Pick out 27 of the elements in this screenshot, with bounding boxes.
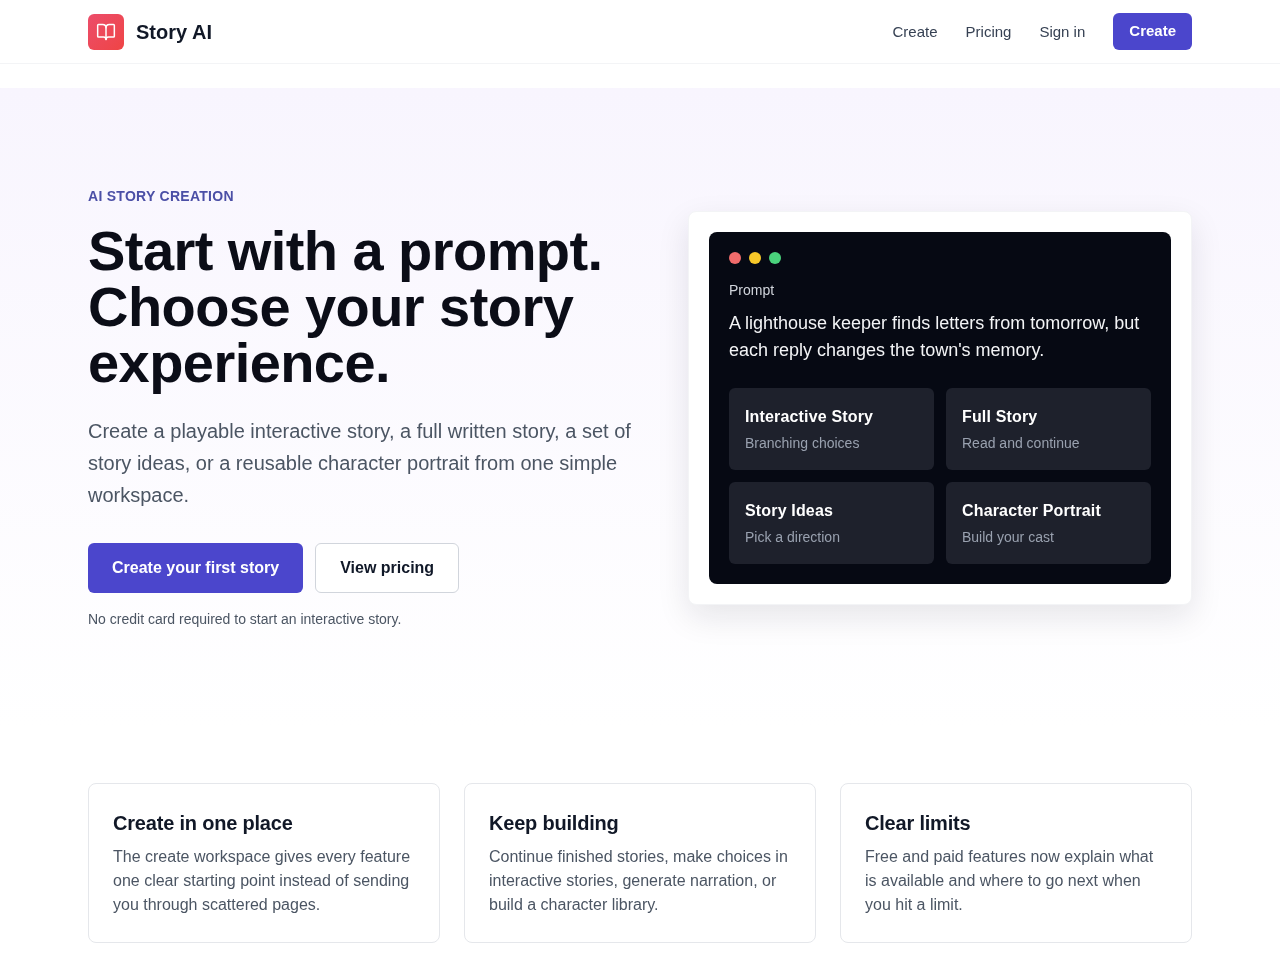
- tile-title: Character Portrait: [962, 500, 1101, 521]
- hero-description: Create a playable interactive story, a full written story, a set of story ideas, or a reusable character portrait from one simple workspace.: [88, 419, 632, 508]
- nav-link[interactable]: Pricing: [965, 19, 1012, 44]
- prompt-text: A lighthouse keeper finds letters from tomorrow, but each reply changes the town's memory.: [729, 311, 1141, 362]
- nav-link[interactable]: Create: [892, 19, 938, 44]
- tile-title: Story Ideas: [745, 500, 834, 521]
- create-story-button[interactable]: Create your first story: [88, 543, 304, 593]
- feature-description: Continue finished stories, make choices in interactive stories, generate narration, or build a character library.: [489, 847, 789, 915]
- create-button[interactable]: Create: [1113, 13, 1192, 50]
- tile-subtitle: Branching choices: [745, 433, 860, 453]
- feature-title: Clear limits: [865, 811, 971, 836]
- tile-subtitle: Build your cast: [962, 527, 1054, 547]
- view-pricing-button[interactable]: View pricing: [315, 543, 460, 593]
- feature-title: Keep building: [489, 811, 619, 836]
- tile-subtitle: Pick a direction: [745, 527, 840, 547]
- book-icon: [88, 13, 124, 50]
- prompt-label: Prompt: [729, 280, 776, 300]
- feature-title: Create in one place: [113, 811, 293, 836]
- tile-title: Interactive Story: [745, 406, 874, 427]
- tile-subtitle: Read and continue: [962, 433, 1080, 453]
- eyebrow-label: AI STORY CREATION: [88, 187, 234, 206]
- feature-description: Free and paid features now explain what is available and where to go next when you hit a limit.: [865, 847, 1155, 915]
- brand-name[interactable]: Story AI: [136, 17, 212, 46]
- nav-link[interactable]: Sign in: [1039, 19, 1086, 44]
- no-credit-card-note: No credit card required to start an interactive story.: [88, 610, 402, 629]
- feature-description: The create workspace gives every feature one clear starting point instead of sending you through scattered pages.: [113, 847, 412, 915]
- tile-title: Full Story: [962, 406, 1038, 427]
